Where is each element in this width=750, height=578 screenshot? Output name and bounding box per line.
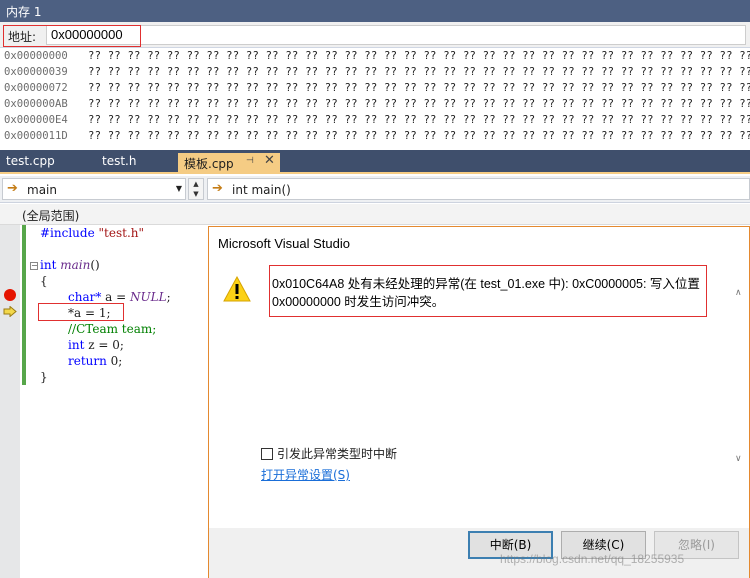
warning-icon — [223, 276, 251, 302]
memory-row-address: 0x00000000 — [4, 50, 68, 62]
memory-row-bytes: ?? ?? ?? ?? ?? ?? ?? ?? ?? ?? ?? ?? ?? ?… — [88, 82, 750, 94]
code-line: int z = 0; — [68, 338, 124, 352]
memory-window-title: 内存 1 — [0, 0, 750, 22]
tab-template-cpp-label: 模板.cpp — [184, 157, 234, 171]
memory-row-address: 0x00000072 — [4, 82, 68, 94]
code-line: − int main() — [30, 258, 100, 272]
memory-row: 0x000000AB ?? ?? ?? ?? ?? ?? ?? ?? ?? ?? … — [0, 96, 750, 112]
address-input[interactable]: 0x00000000 — [46, 25, 746, 45]
code-line: return 0; — [68, 354, 123, 368]
memory-row-bytes: ?? ?? ?? ?? ?? ?? ?? ?? ?? ?? ?? ?? ?? ?… — [88, 98, 750, 110]
code-line: *a = 1; — [68, 306, 111, 320]
tab-test-cpp[interactable]: test.cpp — [6, 154, 55, 168]
tab-test-h[interactable]: test.h — [102, 154, 136, 168]
exception-message-line-2: 0x00000000 时发生访问冲突。 — [272, 295, 445, 309]
change-tracking-bar — [22, 225, 26, 385]
dialog-body: 0x010C64A8 处有未经处理的异常(在 test_01.exe 中): 0… — [209, 260, 749, 528]
exception-message: 0x010C64A8 处有未经处理的异常(在 test_01.exe 中): 0… — [272, 275, 702, 311]
function-dropdown[interactable]: ➔ int main() — [207, 178, 750, 200]
scope-bar: (全局范围) — [0, 204, 750, 225]
breakpoint-icon[interactable] — [4, 289, 16, 301]
editor-gutter[interactable] — [0, 225, 20, 578]
pin-icon[interactable]: ⊣ — [246, 156, 254, 166]
chevron-down-icon[interactable]: ∨ — [735, 454, 742, 464]
memory-row-bytes: ?? ?? ?? ?? ?? ?? ?? ?? ?? ?? ?? ?? ?? ?… — [88, 50, 750, 62]
navigation-bar: ➔ main ▼ ▲ ▼ ➔ int main() — [0, 176, 750, 203]
chevron-up-icon[interactable]: ∧ — [735, 288, 742, 298]
dialog-title: Microsoft Visual Studio — [218, 236, 350, 251]
code-lines: #include "test.h" − int main() { char* a … — [30, 225, 171, 385]
memory-row-address: 0x000000AB — [4, 98, 68, 110]
memory-row: 0x000000E4 ?? ?? ?? ?? ?? ?? ?? ?? ?? ?? … — [0, 112, 750, 128]
memory-row-address: 0x000000E4 — [4, 114, 68, 126]
break-on-exception-option[interactable]: 引发此异常类型时中断 — [261, 445, 397, 462]
memory-row: 0x00000072 ?? ?? ?? ?? ?? ?? ?? ?? ?? ?? … — [0, 80, 750, 96]
code-line: { — [40, 274, 48, 288]
chevron-down-icon[interactable]: ▼ — [189, 189, 203, 199]
address-label: 地址: — [8, 30, 37, 44]
chevron-up-icon[interactable]: ▲ — [189, 179, 203, 189]
address-bar: 地址: 0x00000000 — [0, 22, 750, 48]
memory-row: 0x00000039 ?? ?? ?? ?? ?? ?? ?? ?? ?? ?? … — [0, 64, 750, 80]
memory-row: 0x0000011D ?? ?? ?? ?? ?? ?? ?? ?? ?? ?? … — [0, 128, 750, 144]
code-line: } — [40, 370, 48, 384]
dialog-scrollbar[interactable]: ∧ ∨ — [733, 266, 747, 466]
code-line: char* a = NULL; — [68, 290, 171, 304]
instruction-pointer-icon — [3, 306, 17, 317]
code-line: #include "test.h" — [40, 226, 145, 240]
code-line: //CTeam team; — [68, 322, 157, 336]
chevron-down-icon: ▼ — [175, 184, 182, 193]
arrow-right-icon: ➔ — [212, 181, 223, 196]
exception-dialog: Microsoft Visual Studio 0x010C64A8 处有未经处… — [208, 226, 750, 578]
break-on-exception-label: 引发此异常类型时中断 — [277, 447, 398, 461]
document-tab-bar: test.cpp test.h 模板.cpp ⊣ ✕ — [0, 150, 750, 174]
open-exception-settings-link[interactable]: 打开异常设置(S) — [261, 466, 350, 483]
global-scope-label: (全局范围) — [22, 209, 80, 223]
memory-row-address: 0x00000039 — [4, 66, 68, 78]
memory-grid[interactable]: 0x00000000 ?? ?? ?? ?? ?? ?? ?? ?? ?? ?? … — [0, 48, 750, 148]
break-on-exception-checkbox[interactable] — [261, 448, 273, 460]
function-dropdown-value: int main() — [232, 183, 291, 197]
memory-row: 0x00000000 ?? ?? ?? ?? ?? ?? ?? ?? ?? ?? … — [0, 48, 750, 64]
memory-row-bytes: ?? ?? ?? ?? ?? ?? ?? ?? ?? ?? ?? ?? ?? ?… — [88, 130, 750, 142]
exception-message-line-1: 0x010C64A8 处有未经处理的异常(在 test_01.exe 中): 0… — [272, 277, 700, 291]
memory-row-bytes: ?? ?? ?? ?? ?? ?? ?? ?? ?? ?? ?? ?? ?? ?… — [88, 66, 750, 78]
arrow-right-icon: ➔ — [7, 181, 18, 196]
memory-row-address: 0x0000011D — [4, 130, 68, 142]
scope-dropdown-value: main — [27, 183, 57, 197]
scope-dropdown[interactable]: ➔ main ▼ — [2, 178, 186, 200]
watermark: https://blog.csdn.net/qq_18255935 — [500, 552, 685, 566]
collapse-icon[interactable]: − — [30, 262, 38, 270]
nav-spinner[interactable]: ▲ ▼ — [188, 178, 204, 200]
memory-row-bytes: ?? ?? ?? ?? ?? ?? ?? ?? ?? ?? ?? ?? ?? ?… — [88, 114, 750, 126]
close-icon[interactable]: ✕ — [264, 153, 275, 168]
